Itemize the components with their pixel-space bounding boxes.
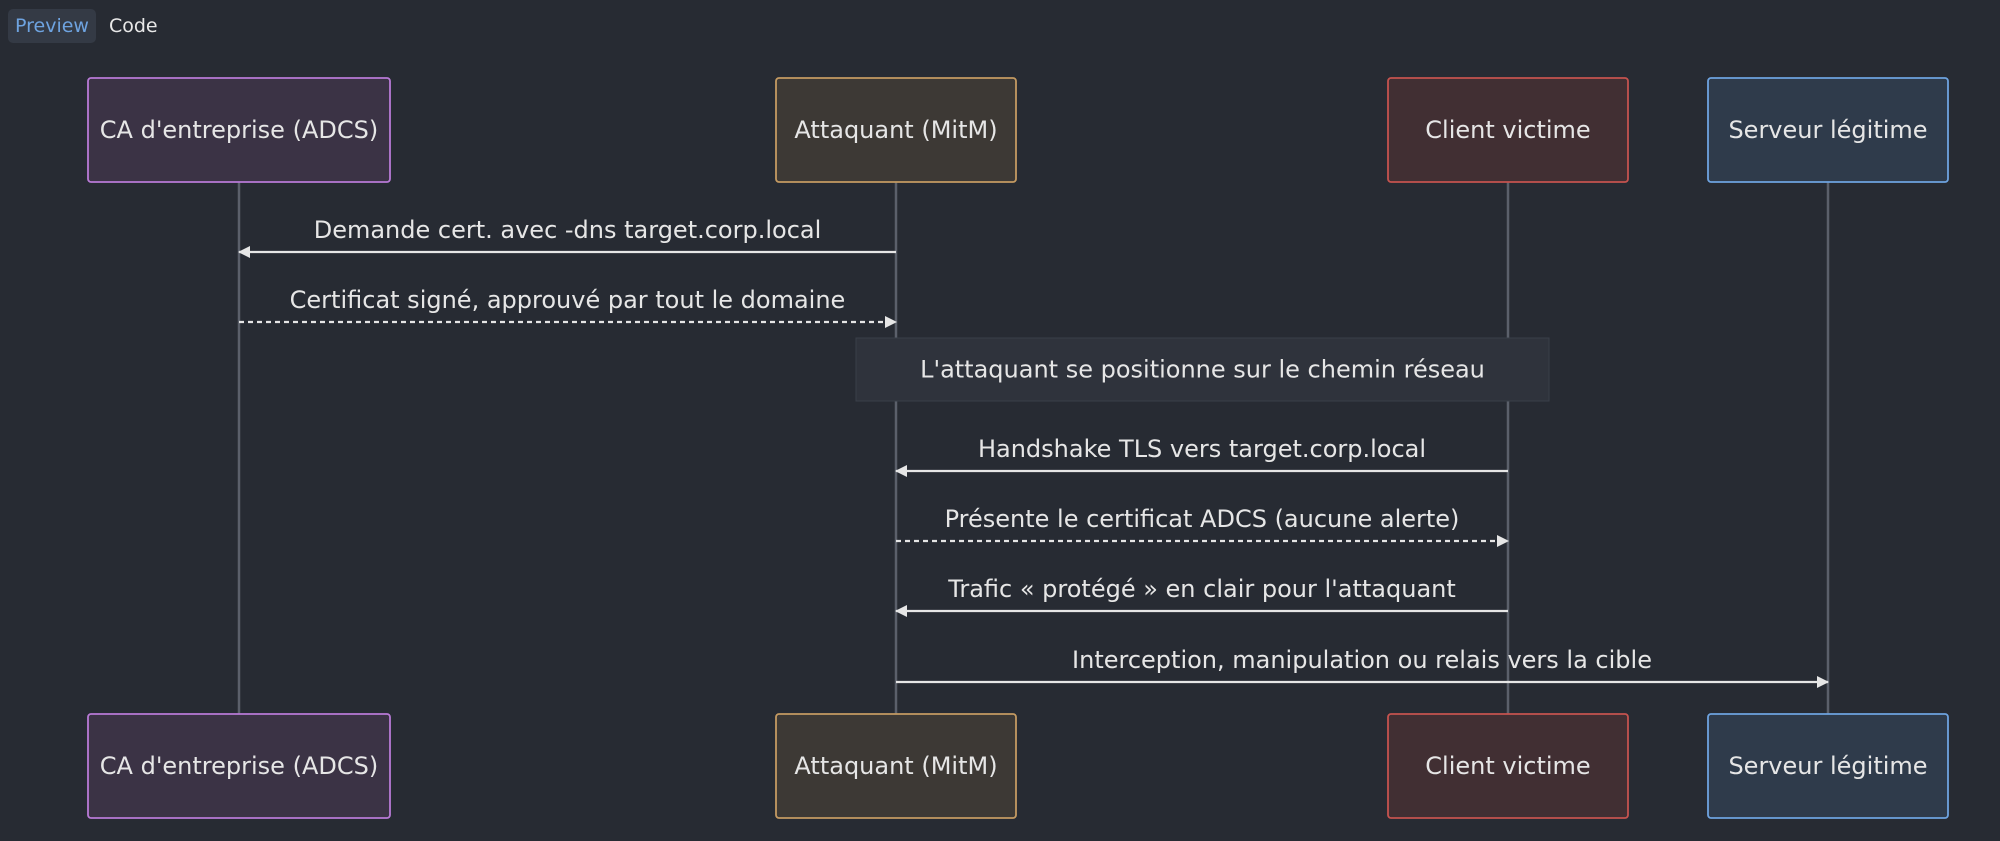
note-2: L'attaquant se positionne sur le chemin … [855, 337, 1550, 402]
participant-label: Client victime [1425, 116, 1590, 144]
notes: L'attaquant se positionne sur le chemin … [855, 337, 1550, 402]
note-label: L'attaquant se positionne sur le chemin … [920, 356, 1485, 384]
message-3: Handshake TLS vers target.corp.local [895, 435, 1508, 477]
participant-attacker-bottom: Attaquant (MitM) [775, 713, 1017, 819]
message-6: Interception, manipulation ou relais ver… [896, 646, 1829, 688]
participant-server-bottom: Serveur légitime [1707, 713, 1949, 819]
participant-ca-bottom: CA d'entreprise (ADCS) [87, 713, 391, 819]
participant-client-top: Client victime [1387, 77, 1629, 183]
message-label: Trafic « protégé » en clair pour l'attaq… [947, 575, 1456, 603]
message-0: Demande cert. avec -dns target.corp.loca… [238, 216, 896, 258]
message-label: Interception, manipulation ou relais ver… [1072, 646, 1652, 674]
sequence-diagram: L'attaquant se positionne sur le chemin … [87, 77, 1949, 819]
participant-label: Attaquant (MitM) [794, 752, 997, 780]
message-label: Handshake TLS vers target.corp.local [978, 435, 1426, 463]
participant-label: CA d'entreprise (ADCS) [100, 752, 378, 780]
participant-label: Client victime [1425, 752, 1590, 780]
message-5: Trafic « protégé » en clair pour l'attaq… [895, 575, 1508, 617]
message-4: Présente le certificat ADCS (aucune aler… [896, 505, 1509, 547]
participant-label: Serveur légitime [1728, 752, 1927, 780]
participant-label: Serveur légitime [1728, 116, 1927, 144]
message-label: Certificat signé, approuvé par tout le d… [290, 286, 846, 314]
participant-server-top: Serveur légitime [1707, 77, 1949, 183]
message-label: Présente le certificat ADCS (aucune aler… [945, 505, 1460, 533]
participant-label: CA d'entreprise (ADCS) [100, 116, 378, 144]
participant-attacker-top: Attaquant (MitM) [775, 77, 1017, 183]
participant-label: Attaquant (MitM) [794, 116, 997, 144]
participant-ca-top: CA d'entreprise (ADCS) [87, 77, 391, 183]
messages: Demande cert. avec -dns target.corp.loca… [238, 216, 1829, 688]
message-label: Demande cert. avec -dns target.corp.loca… [314, 216, 822, 244]
participant-client-bottom: Client victime [1387, 713, 1629, 819]
message-1: Certificat signé, approuvé par tout le d… [239, 286, 897, 328]
